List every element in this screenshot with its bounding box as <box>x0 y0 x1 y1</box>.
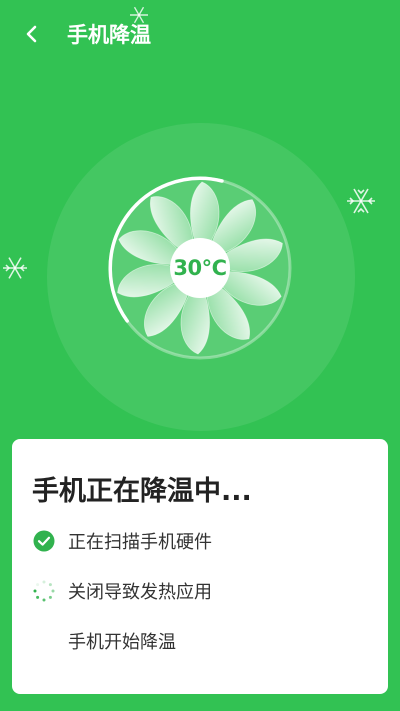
back-button[interactable] <box>14 18 50 50</box>
cooling-status-card: 手机正在降温中... 正在扫描手机硬件 关闭导致发热应用 手机开始降温 <box>12 439 388 694</box>
snowflake-icon <box>130 6 148 24</box>
snowflake-icon <box>347 188 375 214</box>
check-circle-icon <box>32 529 56 553</box>
loading-spinner-icon <box>32 579 56 603</box>
temperature-display: 30℃ <box>170 238 230 298</box>
chevron-left-icon <box>26 25 37 43</box>
header: 手机降温 <box>0 0 400 70</box>
step-label: 手机开始降温 <box>68 632 176 653</box>
step-start-cooling: 手机开始降温 <box>32 628 176 654</box>
step-close-apps: 关闭导致发热应用 <box>32 578 212 604</box>
step-label: 关闭导致发热应用 <box>68 582 212 603</box>
step-scan-hardware: 正在扫描手机硬件 <box>32 528 212 554</box>
step-label: 正在扫描手机硬件 <box>68 532 212 553</box>
pending-placeholder <box>32 629 56 653</box>
snowflake-icon <box>3 257 27 279</box>
temperature-value: 30℃ <box>173 256 227 280</box>
card-title: 手机正在降温中... <box>32 476 252 507</box>
